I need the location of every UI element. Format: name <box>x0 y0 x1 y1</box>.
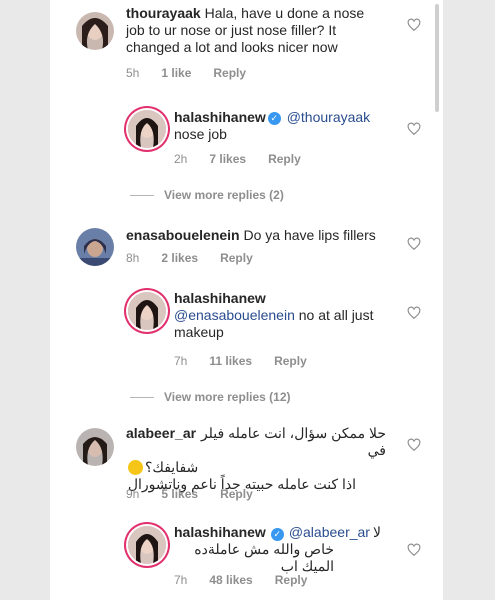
comment-text: nose job <box>174 126 227 142</box>
heart-outline-icon[interactable] <box>407 438 421 452</box>
heart-outline-icon[interactable] <box>407 122 421 136</box>
comment-body: enasabouelenein Do ya have lips fillers <box>126 227 386 244</box>
reply-button[interactable]: Reply <box>268 152 301 166</box>
timestamp: 7h <box>174 354 188 368</box>
divider-line <box>130 194 154 196</box>
comment-meta: 9h 5 likes Reply <box>126 487 253 501</box>
reply-button[interactable]: Reply <box>274 354 307 368</box>
comment-meta: 5h 1 like Reply <box>126 66 246 80</box>
avatar[interactable] <box>128 110 166 148</box>
timestamp: 7h <box>174 573 188 587</box>
like-count[interactable]: 2 likes <box>161 251 198 265</box>
comments-panel: thourayaak Hala, have u done a nose job … <box>50 0 443 600</box>
comment-meta: 2h 7 likes Reply <box>174 152 301 166</box>
username[interactable]: alabeer_ar <box>126 425 196 442</box>
reply-button[interactable]: Reply <box>220 487 253 501</box>
mention-link[interactable]: @enasabouelenein <box>174 307 295 323</box>
like-count[interactable]: 5 likes <box>161 487 198 501</box>
comment-meta: 7h 48 likes Reply <box>174 573 307 587</box>
reply-button[interactable]: Reply <box>220 251 253 265</box>
username[interactable]: halashihanew <box>174 524 266 541</box>
username[interactable]: halashihanew <box>174 109 266 125</box>
avatar[interactable] <box>76 12 114 50</box>
comment-body: alabeer_ar حلا ممكن سؤال، انت عامله فيلر… <box>126 425 386 493</box>
username[interactable]: enasabouelenein <box>126 227 240 243</box>
username[interactable]: thourayaak <box>126 5 201 21</box>
comment-text-line1: حلا ممكن سؤال، انت عامله فيلر في <box>200 425 386 458</box>
timestamp: 9h <box>126 487 140 501</box>
view-more-replies-button[interactable]: View more replies (12) <box>130 390 291 404</box>
like-count[interactable]: 11 likes <box>209 354 252 368</box>
verified-badge-icon: ✓ <box>270 528 284 541</box>
view-more-replies-button[interactable]: View more replies (2) <box>130 188 284 202</box>
timestamp: 5h <box>126 66 140 80</box>
comment-meta: 7h 11 likes Reply <box>174 354 307 368</box>
emoji-icon <box>128 460 143 475</box>
reply-button[interactable]: Reply <box>213 66 246 80</box>
avatar[interactable] <box>76 228 114 266</box>
comment-body: halashihanew @enasabouelenein no at all … <box>174 290 394 341</box>
heart-outline-icon[interactable] <box>407 306 421 320</box>
comment-text: Do ya have lips fillers <box>243 227 376 243</box>
comment-text-line2: خاص والله مش عاملةده الميك اب <box>194 541 334 574</box>
scrollbar[interactable] <box>435 4 439 112</box>
heart-outline-icon[interactable] <box>407 18 421 32</box>
timestamp: 8h <box>126 251 140 265</box>
divider-line <box>130 396 154 398</box>
avatar[interactable] <box>76 428 114 466</box>
comment-text-line1: لا <box>372 524 381 540</box>
comment-meta: 8h 2 likes Reply <box>126 251 253 265</box>
comment-body: halashihanew ✓ @thourayaak nose job <box>174 109 384 143</box>
like-count[interactable]: 1 like <box>161 66 191 80</box>
comment-body: thourayaak Hala, have u done a nose job … <box>126 5 376 56</box>
view-more-replies-label: View more replies (12) <box>164 390 291 404</box>
reply-button[interactable]: Reply <box>275 573 308 587</box>
like-count[interactable]: 7 likes <box>209 152 246 166</box>
mention-link[interactable]: @thourayaak <box>287 109 370 125</box>
comment-text-line2: شفايفك؟ <box>145 459 199 475</box>
avatar[interactable] <box>128 292 166 330</box>
heart-outline-icon[interactable] <box>407 543 421 557</box>
verified-badge-icon: ✓ <box>267 112 281 125</box>
avatar[interactable] <box>128 526 166 564</box>
mention-link[interactable]: @alabeer_ar <box>289 524 370 541</box>
comment-body: halashihanew ✓ @alabeer_ar لا خاص والله م… <box>174 524 404 575</box>
timestamp: 2h <box>174 152 188 166</box>
username[interactable]: halashihanew <box>174 290 266 306</box>
like-count[interactable]: 48 likes <box>209 573 252 587</box>
heart-outline-icon[interactable] <box>407 237 421 251</box>
view-more-replies-label: View more replies (2) <box>164 188 284 202</box>
